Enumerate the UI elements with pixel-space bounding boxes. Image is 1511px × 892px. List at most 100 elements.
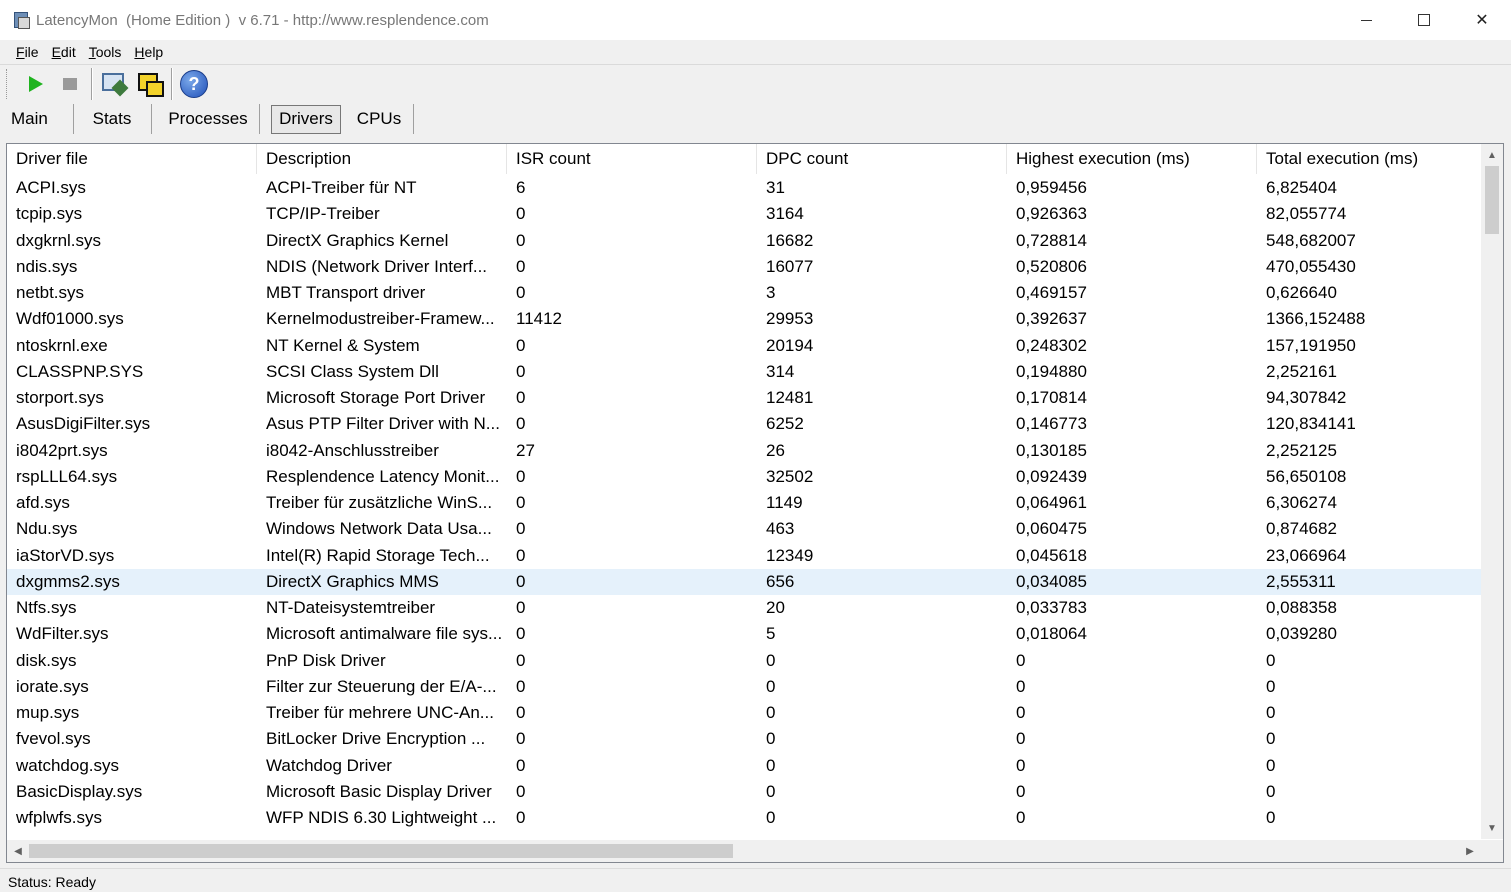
tab-processes[interactable]: Processes xyxy=(157,104,260,134)
cell-highest-execution: 0,064961 xyxy=(1016,493,1087,512)
table-row[interactable]: iaStorVD.sys Intel(R) Rapid Storage Tech.… xyxy=(7,543,1481,569)
table-row[interactable]: BasicDisplay.sys Microsoft Basic Display … xyxy=(7,779,1481,805)
cell-description: Treiber für mehrere UNC-An... xyxy=(266,703,494,722)
cell-dpc-count: 32502 xyxy=(766,466,814,486)
scrollbar-corner xyxy=(1481,840,1503,862)
horizontal-scroll-thumb[interactable] xyxy=(29,844,733,858)
scroll-right-icon[interactable]: ▶ xyxy=(1459,840,1481,862)
table-row[interactable]: i8042prt.sys i8042-Anschlusstreiber 27 26 0,… xyxy=(7,438,1481,464)
tab-stats[interactable]: Stats xyxy=(73,104,152,134)
close-icon: ✕ xyxy=(1475,12,1489,29)
cell-highest-execution: 0 xyxy=(1016,729,1026,749)
table-row[interactable]: ACPI.sys ACPI-Treiber für NT 6 31 0,959456 6,… xyxy=(7,175,1481,201)
cell-total-execution: 82,055774 xyxy=(1266,204,1347,224)
table-row[interactable]: dxgkrnl.sys DirectX Graphics Kernel 0 16682… xyxy=(7,228,1481,254)
table-row[interactable]: disk.sys PnP Disk Driver 0 0 0 0 xyxy=(7,648,1481,674)
table-row[interactable]: Ntfs.sys NT-Dateisystemtreiber 0 20 0,033783… xyxy=(7,595,1481,621)
table-row[interactable]: Ndu.sys Windows Network Data Usa... 0 463 0,… xyxy=(7,516,1481,542)
cell-highest-execution: 0 xyxy=(1016,676,1026,696)
close-button[interactable]: ✕ xyxy=(1453,0,1511,40)
cell-description: WFP NDIS 6.30 Lightweight ... xyxy=(266,808,497,827)
table-row[interactable]: mup.sys Treiber für mehrere UNC-An... 0 0 0 0 xyxy=(7,700,1481,726)
column-header-dpc-count[interactable]: DPC count xyxy=(757,144,1007,174)
drivers-list[interactable]: Driver file Description ISR count DPC co… xyxy=(6,143,1504,863)
menu-file[interactable]: File xyxy=(11,44,44,60)
cell-isr-count: 27 xyxy=(516,440,535,460)
table-row[interactable]: ntoskrnl.exe NT Kernel & System 0 20194 0,24… xyxy=(7,333,1481,359)
column-header-highest-execution[interactable]: Highest execution (ms) xyxy=(1007,144,1257,174)
cell-driver-file: disk.sys xyxy=(16,650,77,670)
cell-description: Intel(R) Rapid Storage Tech... xyxy=(266,545,490,565)
scroll-down-icon[interactable]: ▼ xyxy=(1481,817,1503,839)
cell-isr-count: 0 xyxy=(516,729,526,749)
analyze-button[interactable] xyxy=(96,67,132,101)
cell-description: Asus PTP Filter Driver with N... xyxy=(266,414,500,434)
help-button[interactable]: ? xyxy=(176,67,212,101)
table-row[interactable]: AsusDigiFilter.sys Asus PTP Filter Driver… xyxy=(7,411,1481,437)
cell-total-execution: 120,834141 xyxy=(1266,414,1356,434)
table-row[interactable]: iorate.sys Filter zur Steuerung der E/A-.… xyxy=(7,674,1481,700)
cell-description: NT Kernel & System xyxy=(266,335,420,355)
table-row[interactable]: watchdog.sys Watchdog Driver 0 0 0 0 xyxy=(7,753,1481,779)
cell-driver-file: afd.sys xyxy=(16,493,70,512)
window-title: LatencyMon (Home Edition ) v 6.71 - http… xyxy=(36,11,489,29)
minimize-button[interactable] xyxy=(1337,0,1395,40)
cell-total-execution: 0 xyxy=(1266,808,1276,827)
menu-bar: File Edit Tools Help xyxy=(0,40,1511,65)
cell-isr-count: 0 xyxy=(516,361,526,381)
cell-driver-file: storport.sys xyxy=(16,388,104,407)
table-row[interactable]: afd.sys Treiber für zusätzliche WinS... 0 1… xyxy=(7,490,1481,516)
vertical-scroll-thumb[interactable] xyxy=(1485,166,1499,234)
column-header-isr-count[interactable]: ISR count xyxy=(507,144,757,174)
cell-description: ACPI-Treiber für NT xyxy=(266,178,417,197)
table-header: Driver file Description ISR count DPC co… xyxy=(7,144,1487,174)
cell-isr-count: 0 xyxy=(516,650,526,670)
cell-isr-count: 0 xyxy=(516,808,526,827)
cell-highest-execution: 0,033783 xyxy=(1016,598,1087,617)
menu-edit[interactable]: Edit xyxy=(47,44,81,60)
menu-help[interactable]: Help xyxy=(129,44,168,60)
cell-dpc-count: 1149 xyxy=(766,493,803,512)
cell-total-execution: 2,555311 xyxy=(1266,571,1336,591)
tab-main[interactable]: Main xyxy=(3,104,74,134)
menu-tools[interactable]: Tools xyxy=(84,44,127,60)
start-button[interactable] xyxy=(16,67,52,101)
table-row[interactable]: CLASSPNP.SYS SCSI Class System Dll 0 314 0,1… xyxy=(7,359,1481,385)
cell-total-execution: 2,252125 xyxy=(1266,440,1337,460)
scroll-up-icon[interactable]: ▲ xyxy=(1481,144,1503,166)
scroll-left-icon[interactable]: ◀ xyxy=(7,840,29,862)
table-row[interactable]: netbt.sys MBT Transport driver 0 3 0,469157 0… xyxy=(7,280,1481,306)
help-icon: ? xyxy=(180,70,208,98)
horizontal-scrollbar[interactable]: ◀ ▶ xyxy=(7,840,1503,862)
cell-dpc-count: 314 xyxy=(766,361,795,381)
table-row[interactable]: WdFilter.sys Microsoft antimalware file s… xyxy=(7,621,1481,647)
column-header-total-execution[interactable]: Total execution (ms) xyxy=(1257,144,1487,174)
vertical-scrollbar[interactable]: ▲ ▼ xyxy=(1481,144,1503,839)
table-row[interactable]: ndis.sys NDIS (Network Driver Interf... 0 1… xyxy=(7,254,1481,280)
cell-driver-file: watchdog.sys xyxy=(16,755,119,775)
tab-drivers[interactable]: Drivers xyxy=(271,104,341,134)
cell-isr-count: 0 xyxy=(516,545,526,565)
table-row[interactable]: wfplwfs.sys WFP NDIS 6.30 Lightweight ...… xyxy=(7,805,1481,831)
column-header-description[interactable]: Description xyxy=(257,144,507,174)
cell-total-execution: 0 xyxy=(1266,755,1276,775)
table-row[interactable]: storport.sys Microsoft Storage Port Drive… xyxy=(7,385,1481,411)
windows-button[interactable] xyxy=(132,67,168,101)
column-header-driver-file[interactable]: Driver file xyxy=(7,144,257,174)
tab-cpus[interactable]: CPUs xyxy=(345,104,414,134)
table-row[interactable]: fvevol.sys BitLocker Drive Encryption ...… xyxy=(7,726,1481,752)
stop-button[interactable] xyxy=(52,67,88,101)
table-row[interactable]: Wdf01000.sys Kernelmodustreiber-Framew...… xyxy=(7,306,1481,332)
maximize-button[interactable] xyxy=(1395,0,1453,40)
toolbar-grip[interactable] xyxy=(6,69,10,99)
cell-dpc-count: 0 xyxy=(766,729,776,749)
cell-description: SCSI Class System Dll xyxy=(266,361,439,381)
cell-dpc-count: 26 xyxy=(766,440,785,460)
cell-dpc-count: 5 xyxy=(766,624,776,644)
table-row[interactable]: rspLLL64.sys Resplendence Latency Monit..… xyxy=(7,464,1481,490)
cell-highest-execution: 0,130185 xyxy=(1016,440,1087,460)
app-icon xyxy=(12,11,30,29)
table-row[interactable]: dxgmms2.sys DirectX Graphics MMS 0 656 0,034… xyxy=(7,568,1481,595)
table-row[interactable]: tcpip.sys TCP/IP-Treiber 0 3164 0,926363 82,0… xyxy=(7,201,1481,227)
minimize-icon xyxy=(1360,19,1372,21)
